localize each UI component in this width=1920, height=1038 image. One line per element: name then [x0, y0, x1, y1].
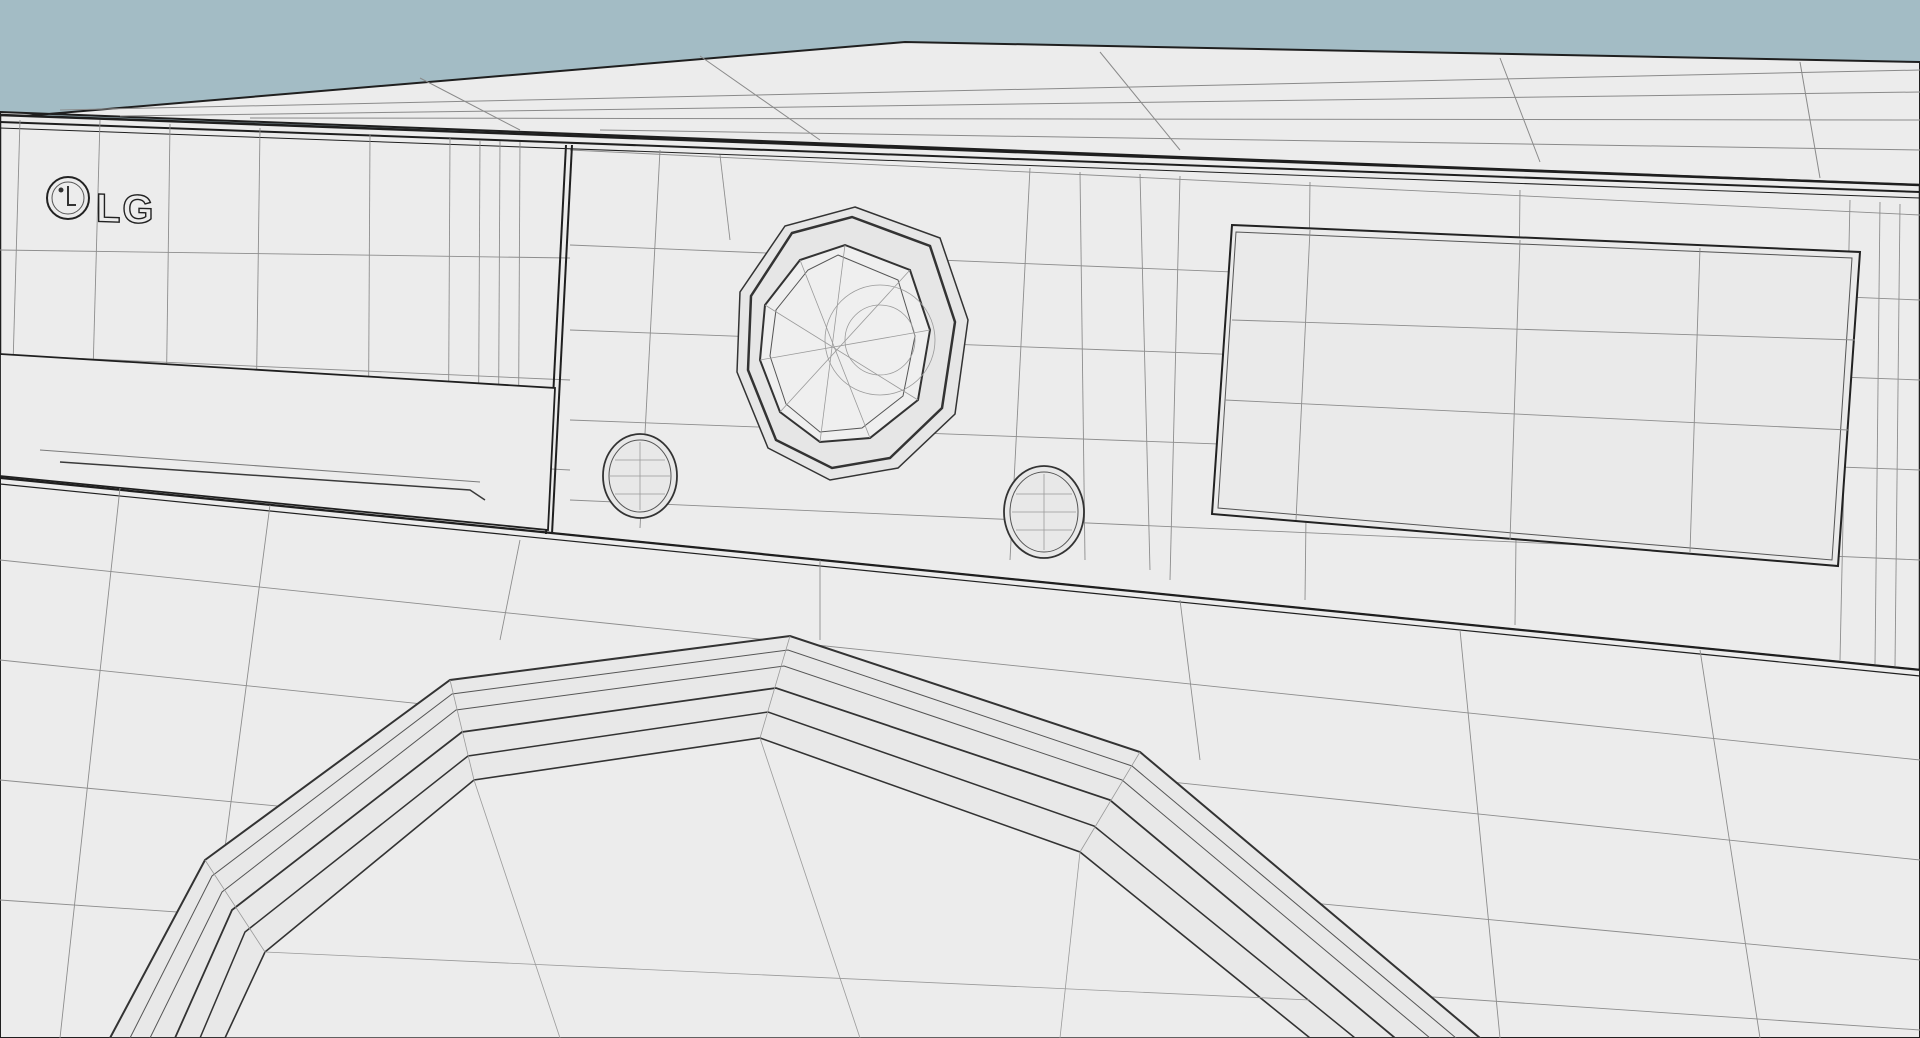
brand-logo-text: LG — [96, 186, 156, 232]
left-round-button[interactable] — [602, 433, 678, 519]
wireframe-scene: LG — [0, 0, 1920, 1038]
right-round-button[interactable] — [1003, 465, 1085, 559]
display-panel-icon — [1210, 223, 1862, 568]
